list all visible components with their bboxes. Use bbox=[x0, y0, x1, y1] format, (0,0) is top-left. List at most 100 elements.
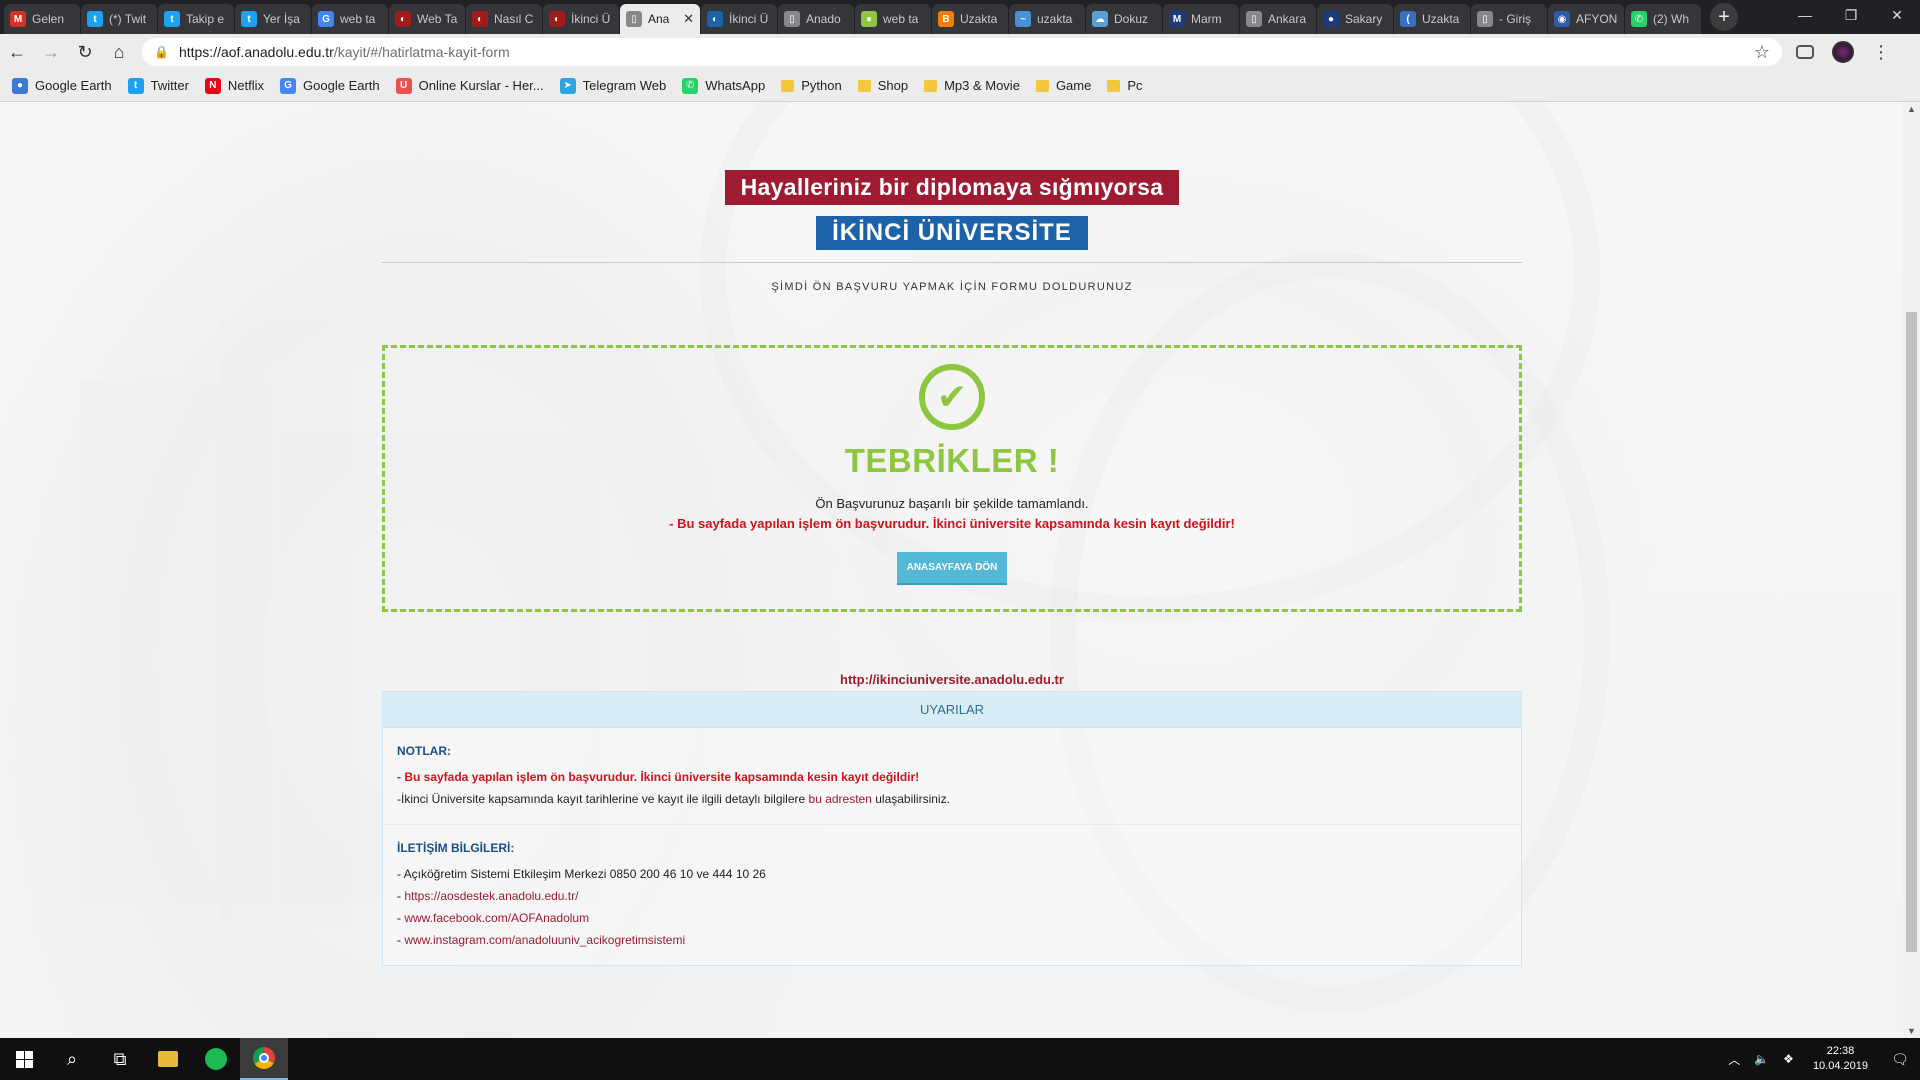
bookmark-folder[interactable]: Pc bbox=[1107, 78, 1143, 93]
google-icon: G bbox=[318, 11, 334, 27]
sakarya-icon: ● bbox=[1323, 11, 1339, 27]
google-icon: G bbox=[280, 77, 297, 94]
browser-tab[interactable]: t Takip e bbox=[158, 4, 234, 34]
browser-tab[interactable]: ☁ Dokuz bbox=[1086, 4, 1162, 34]
site-link[interactable]: http://ikinciuniversite.anadolu.edu.tr bbox=[382, 672, 1522, 687]
success-panel: ✔ TEBRİKLER ! Ön Başvurunuz başarılı bir… bbox=[382, 345, 1522, 612]
page-icon: ▯ bbox=[784, 11, 800, 27]
browser-tab[interactable]: ✆ (2) Wh bbox=[1625, 4, 1701, 34]
bookmark-item[interactable]: G Google Earth bbox=[280, 77, 380, 94]
minimize-icon[interactable]: — bbox=[1782, 0, 1828, 30]
tab-title: Marm bbox=[1191, 12, 1222, 26]
contact-phone: - Açıköğretim Sistemi Etkileşim Merkezi … bbox=[397, 867, 766, 881]
instagram-link[interactable]: www.instagram.com/anadoluuniv_acikogreti… bbox=[404, 933, 685, 947]
browser-tab[interactable]: ▯ - Giriş bbox=[1471, 4, 1547, 34]
bookmark-item[interactable]: ➤ Telegram Web bbox=[559, 77, 666, 94]
forward-icon[interactable]: → bbox=[34, 35, 68, 69]
notes-info: -İkinci Üniversite kapsamında kayıt tari… bbox=[397, 792, 1507, 806]
browser-tab[interactable]: ~ uzakta bbox=[1009, 4, 1085, 34]
tab-title: web ta bbox=[340, 12, 376, 26]
task-view-icon[interactable]: ⧉ bbox=[96, 1038, 144, 1080]
twitter-icon: t bbox=[164, 11, 180, 27]
browser-tab[interactable]: ● Sakary bbox=[1317, 4, 1393, 34]
browser-tab[interactable]: ● web ta bbox=[855, 4, 931, 34]
reload-icon[interactable]: ↻ bbox=[68, 35, 102, 69]
bookmark-label: Mp3 & Movie bbox=[944, 78, 1020, 93]
warnings-header: UYARILAR bbox=[383, 692, 1521, 728]
file-explorer-icon[interactable] bbox=[144, 1038, 192, 1080]
spotify-icon[interactable] bbox=[192, 1038, 240, 1080]
browser-tab[interactable]: ▯ Ankara bbox=[1240, 4, 1316, 34]
notification-icon[interactable]: 🗨 bbox=[1880, 1038, 1920, 1080]
chrome-icon[interactable] bbox=[240, 1038, 288, 1080]
browser-tab[interactable]: (Uzakta bbox=[1394, 4, 1470, 34]
browser-tab[interactable]: M Marm bbox=[1163, 4, 1239, 34]
hero-title: İKİNCİ ÜNİVERSİTE bbox=[816, 216, 1088, 250]
bookmark-item[interactable]: N Netflix bbox=[204, 77, 264, 94]
clock-time: 22:38 bbox=[1826, 1045, 1855, 1057]
contact-link-facebook: - www.facebook.com/AOFAnadolum bbox=[397, 911, 590, 925]
browser-tab[interactable]: ◐ İkinci Ü bbox=[543, 4, 619, 34]
contact-link-instagram: - www.instagram.com/anadoluuniv_acikogre… bbox=[397, 933, 686, 947]
browser-tab[interactable]: ▯ Ana ✕ bbox=[620, 4, 700, 34]
restore-icon[interactable]: ❐ bbox=[1828, 0, 1874, 30]
browser-tab[interactable]: t (*) Twit bbox=[81, 4, 157, 34]
scroll-thumb[interactable] bbox=[1906, 312, 1917, 952]
browser-tab[interactable]: ◉ AFYON bbox=[1548, 4, 1624, 34]
lock-icon[interactable]: 🔒 bbox=[154, 45, 169, 59]
close-icon[interactable]: ✕ bbox=[1874, 0, 1920, 30]
udemy-icon: ◐ bbox=[472, 11, 488, 27]
search-icon[interactable]: ⌕ bbox=[48, 1038, 96, 1080]
browser-tab[interactable]: ▯ Anado bbox=[778, 4, 854, 34]
browser-tab[interactable]: ◐ Nasıl C bbox=[466, 4, 542, 34]
system-tray: ︿ 🔈 ❖ 22:38 10.04.2019 🗨 bbox=[1721, 1038, 1920, 1080]
browser-tab[interactable]: ◐ İkinci Ü bbox=[701, 4, 777, 34]
bookmark-item[interactable]: U Online Kurslar - Her... bbox=[395, 77, 544, 94]
notes-title: NOTLAR: bbox=[397, 744, 451, 758]
dropbox-icon[interactable]: ❖ bbox=[1783, 1052, 1794, 1066]
browser-tab[interactable]: t Yer İşa bbox=[235, 4, 311, 34]
bookmark-folder[interactable]: Shop bbox=[857, 78, 908, 93]
swoosh-icon: ~ bbox=[1015, 11, 1031, 27]
bookmark-item[interactable]: t Twitter bbox=[127, 77, 189, 94]
volume-icon[interactable]: 🔈 bbox=[1754, 1052, 1769, 1066]
success-warning: - Bu sayfada yapılan işlem ön başvurudur… bbox=[669, 516, 1235, 531]
bookmark-star-icon[interactable]: ☆ bbox=[1754, 42, 1770, 63]
browser-tab[interactable]: Gweb ta bbox=[312, 4, 388, 34]
browser-tab[interactable]: ◐ Web Ta bbox=[389, 4, 465, 34]
folder-icon bbox=[781, 79, 795, 92]
anadolu-icon: ◐ bbox=[707, 11, 723, 27]
bookmark-folder[interactable]: Game bbox=[1035, 78, 1091, 93]
notes-link[interactable]: bu adresten bbox=[809, 792, 872, 806]
clock[interactable]: 22:38 10.04.2019 bbox=[1813, 1044, 1868, 1074]
close-tab-icon[interactable]: ✕ bbox=[683, 11, 694, 27]
page-scrollbar[interactable]: ▲ ▼ bbox=[1903, 102, 1920, 1038]
tab-title: Nasıl C bbox=[494, 12, 534, 26]
start-button[interactable] bbox=[0, 1038, 48, 1080]
tray-chevron-icon[interactable]: ︿ bbox=[1728, 1051, 1740, 1068]
browser-tab[interactable]: M Gelen bbox=[4, 4, 80, 34]
return-home-button[interactable]: ANASAYFAYA DÖN bbox=[896, 552, 1008, 585]
bookmark-item[interactable]: ✆ WhatsApp bbox=[682, 77, 765, 94]
address-bar[interactable]: 🔒 https://aof.anadolu.edu.tr/kayit/#/hat… bbox=[142, 38, 1782, 66]
tab-title: - Giriş bbox=[1499, 12, 1531, 26]
whatsapp-icon: ✆ bbox=[682, 77, 699, 94]
menu-kebab-icon[interactable]: ⋮ bbox=[1872, 42, 1890, 63]
telegram-icon: ➤ bbox=[559, 77, 576, 94]
afyon-icon: ◉ bbox=[1554, 11, 1570, 27]
contact-section: İLETİŞİM BİLGİLERİ: - Açıköğretim Sistem… bbox=[383, 825, 1521, 965]
home-icon[interactable]: ⌂ bbox=[102, 35, 136, 69]
extension-icon[interactable] bbox=[1796, 45, 1814, 59]
scroll-down-icon[interactable]: ▼ bbox=[1903, 1024, 1920, 1038]
profile-avatar[interactable] bbox=[1832, 41, 1854, 63]
scroll-up-icon[interactable]: ▲ bbox=[1903, 102, 1920, 116]
bookmark-folder[interactable]: Mp3 & Movie bbox=[924, 78, 1020, 93]
back-icon[interactable]: ← bbox=[0, 35, 34, 69]
support-link[interactable]: https://aosdestek.anadolu.edu.tr/ bbox=[404, 889, 578, 903]
page-icon: ▯ bbox=[1246, 11, 1262, 27]
bookmark-folder[interactable]: Python bbox=[781, 78, 842, 93]
bookmark-item[interactable]: ● Google Earth bbox=[12, 77, 112, 94]
facebook-link[interactable]: www.facebook.com/AOFAnadolum bbox=[404, 911, 589, 925]
browser-tab[interactable]: B Uzakta bbox=[932, 4, 1008, 34]
new-tab-button[interactable]: + bbox=[1710, 3, 1738, 31]
